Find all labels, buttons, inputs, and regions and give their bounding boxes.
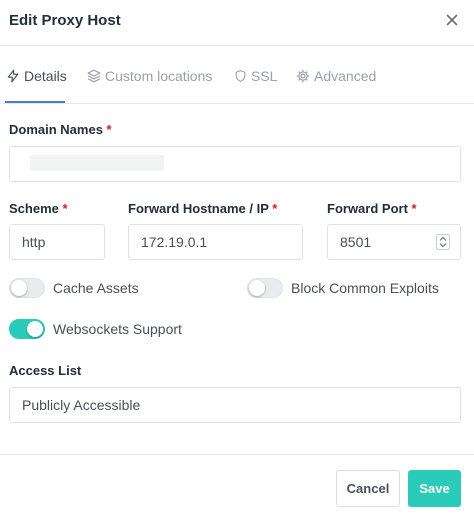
tab-label: Custom locations	[105, 68, 213, 84]
websockets-toggle[interactable]: Websockets Support	[9, 318, 182, 340]
forward-port-label-text: Forward Port	[327, 201, 408, 216]
zap-icon	[6, 69, 20, 83]
domain-names-input[interactable]	[9, 146, 461, 182]
scheme-label: Scheme *	[9, 201, 68, 216]
scheme-label-text: Scheme	[9, 201, 59, 216]
modal-header: Edit Proxy Host	[0, 0, 474, 46]
forward-port-label: Forward Port *	[327, 201, 417, 216]
forward-port-value: 8501	[340, 234, 372, 250]
edit-proxy-host-modal: Edit Proxy Host Details Custom locations…	[0, 0, 474, 518]
save-button[interactable]: Save	[408, 470, 461, 507]
shield-icon	[234, 69, 247, 83]
redacted-domain	[30, 155, 164, 171]
access-list-select[interactable]: Publicly Accessible	[9, 387, 461, 423]
forward-port-input[interactable]: 8501	[327, 224, 461, 260]
tab-ssl[interactable]: SSL	[234, 66, 277, 86]
block-exploits-toggle[interactable]: Block Common Exploits	[247, 277, 439, 299]
websockets-label: Websockets Support	[53, 321, 182, 337]
forward-host-label-text: Forward Hostname / IP	[128, 201, 269, 216]
tab-label: SSL	[251, 68, 278, 84]
cache-assets-label: Cache Assets	[53, 280, 139, 296]
footer-divider	[0, 454, 474, 455]
access-list-value: Publicly Accessible	[22, 397, 141, 413]
domain-names-label-text: Domain Names	[9, 122, 103, 137]
required-mark: *	[272, 201, 278, 216]
scheme-value: http	[22, 234, 46, 250]
tab-label: Details	[24, 68, 67, 84]
access-list-label: Access List	[9, 363, 82, 378]
cancel-button[interactable]: Cancel	[336, 470, 400, 507]
modal-title: Edit Proxy Host	[9, 12, 121, 29]
tab-custom-locations[interactable]: Custom locations	[87, 66, 212, 86]
layers-icon	[87, 69, 101, 83]
required-mark: *	[106, 122, 112, 137]
forward-host-input[interactable]: 172.19.0.1	[128, 224, 303, 260]
forward-host-label: Forward Hostname / IP *	[128, 201, 277, 216]
tab-details[interactable]: Details	[6, 66, 67, 86]
required-mark: *	[411, 201, 417, 216]
block-exploits-switch[interactable]	[247, 278, 283, 298]
close-icon[interactable]	[440, 8, 464, 32]
number-spinner-icon[interactable]	[436, 234, 450, 250]
required-mark: *	[62, 201, 68, 216]
block-exploits-label: Block Common Exploits	[291, 280, 439, 296]
domain-names-label: Domain Names *	[9, 122, 112, 137]
active-tab-indicator	[5, 101, 65, 103]
forward-host-value: 172.19.0.1	[141, 234, 208, 250]
tab-advanced[interactable]: Advanced	[296, 66, 376, 86]
tab-label: Advanced	[314, 68, 377, 84]
scheme-input[interactable]: http	[9, 224, 105, 260]
websockets-switch[interactable]	[9, 319, 45, 339]
gear-icon	[296, 69, 310, 83]
cache-assets-toggle[interactable]: Cache Assets	[9, 277, 139, 299]
cache-assets-switch[interactable]	[9, 278, 45, 298]
tab-bar: Details Custom locations SSL Advanced	[0, 46, 474, 104]
